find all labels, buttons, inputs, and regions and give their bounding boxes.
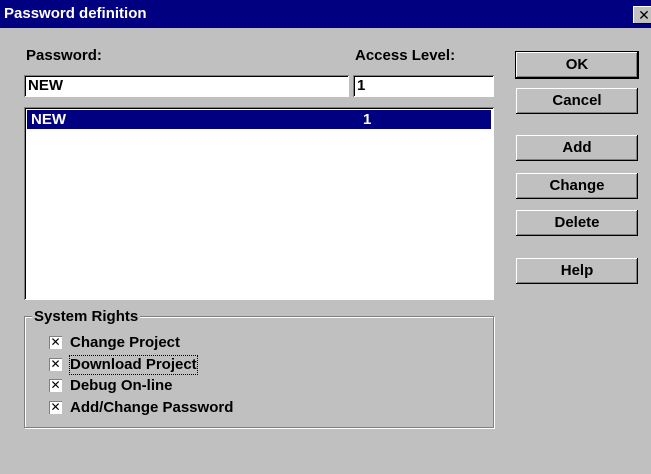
system-rights-title: System Rights [32,308,141,325]
help-button[interactable]: Help [516,258,638,284]
window-title: Password definition [4,5,147,22]
access-level-label: Access Level: [355,47,456,64]
change-project-label: Change Project [70,334,181,351]
add-button[interactable]: Add [516,135,638,161]
password-list[interactable]: NEW 1 [24,107,494,300]
check-icon: ✕ [49,378,62,392]
ok-button[interactable]: OK [515,51,639,79]
add-change-password-label: Add/Change Password [70,399,234,416]
change-button[interactable]: Change [516,173,638,199]
check-icon: ✕ [49,335,62,349]
check-icon: ✕ [49,357,62,371]
password-input[interactable]: NEW [24,75,349,97]
check-icon: ✕ [49,400,62,414]
close-icon[interactable]: ✕ [633,6,651,24]
download-project-label: Download Project [69,355,198,375]
title-bar: Password definition ✕ [0,0,651,28]
cancel-button[interactable]: Cancel [516,88,638,114]
list-item[interactable]: NEW 1 [27,110,491,129]
password-label: Password: [26,47,102,64]
list-item-password: NEW [31,111,66,128]
list-item-level: 1 [363,111,372,128]
access-level-input[interactable]: 1 [353,75,494,97]
delete-button[interactable]: Delete [516,210,638,236]
debug-online-label: Debug On-line [70,377,173,394]
